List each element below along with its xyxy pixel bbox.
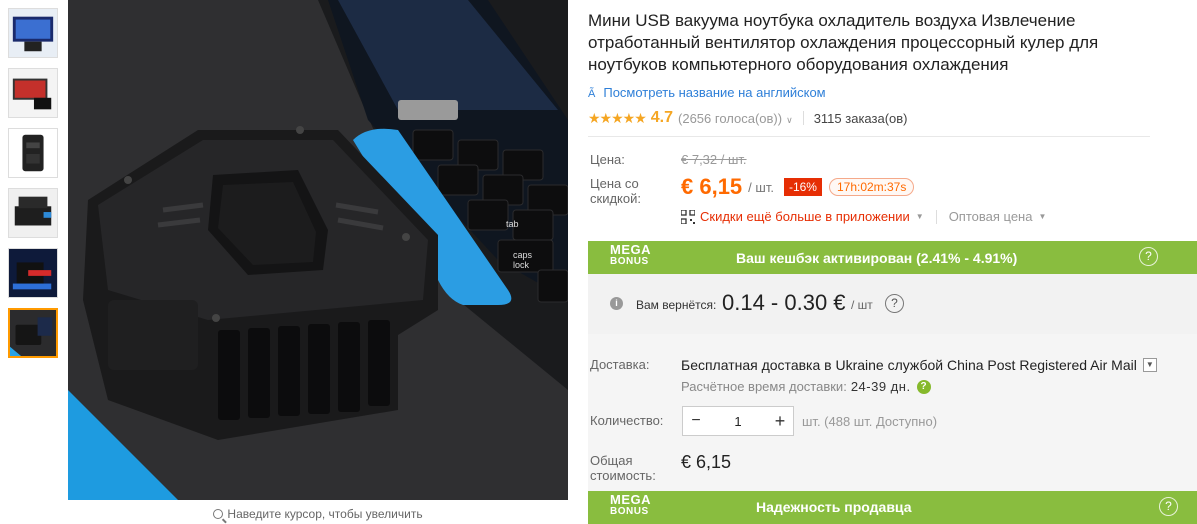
cashback-activated-text: Ваш кешбэк активирован (2.41% - 4.91%) <box>736 250 1018 266</box>
new-price: € 6,15 <box>681 174 743 199</box>
new-price-row: € 6,15 / шт. -16% 17h:02m:37s <box>681 174 915 200</box>
mega-bonus-bar: MEGA BONUS Ваш кешбэк активирован (2.41%… <box>588 241 1197 274</box>
mega-logo-line1: MEGA <box>610 492 651 507</box>
divider <box>802 111 804 125</box>
thumbnail-4[interactable] <box>8 188 58 238</box>
chevron-down-icon: ∨ <box>786 114 793 125</box>
help-icon[interactable]: ? <box>916 379 931 394</box>
mega-bonus-logo: MEGA BONUS <box>610 492 651 518</box>
divider <box>588 136 1150 137</box>
caret-down-icon[interactable]: ▼ <box>916 212 924 221</box>
translate-link-text: Посмотреть название на английском <box>603 85 826 100</box>
quantity-increase-button[interactable]: + <box>767 407 793 435</box>
price-unit: / шт. <box>748 179 774 195</box>
mega-logo-line2: BONUS <box>610 256 649 267</box>
zoom-hint: Наведите курсор, чтобы увеличить <box>68 507 568 521</box>
main-product-image[interactable]: tab caps lock <box>68 0 568 500</box>
cashback-unit: / шт <box>851 298 873 312</box>
thumbnail-6-selected[interactable] <box>8 308 58 358</box>
discount-badge: -16% <box>783 178 822 196</box>
mega-bonus-logo: MEGA BONUS <box>610 242 651 268</box>
thumbnail-2[interactable] <box>8 68 58 118</box>
shipping-label: Доставка: <box>590 357 650 372</box>
translate-link[interactable]: A͂ Посмотреть название на английском <box>588 85 826 100</box>
svg-text:lock: lock <box>513 260 530 270</box>
magnifier-icon <box>213 509 224 519</box>
thumbnail-1[interactable] <box>8 8 58 58</box>
shipping-method-text: Бесплатная доставка в Ukraine службой Ch… <box>681 357 1137 373</box>
quantity-label: Количество: <box>590 413 664 428</box>
delivery-time-label: Расчётное время доставки: <box>681 379 847 394</box>
mega-logo-line1: MEGA <box>610 242 651 257</box>
rating-row: ★★★★★ 4.7 (2656 голоса(ов)) ∨ 3115 заказа… <box>588 108 908 128</box>
old-price: € 7,32 / шт. <box>681 152 747 167</box>
divider <box>935 209 937 224</box>
rating-count-text: (2656 голоса(ов)) <box>678 110 783 126</box>
thumbnail-3[interactable] <box>8 128 58 178</box>
seller-reliability-bar[interactable]: MEGA BONUS Надежность продавца ? <box>588 491 1197 524</box>
zoom-hint-text: Наведите курсор, чтобы увеличить <box>227 507 423 521</box>
thumbnail-list <box>8 8 60 368</box>
info-icon: i <box>610 297 623 310</box>
caret-down-icon[interactable]: ▼ <box>1038 212 1046 221</box>
cashback-value: 0.14 - 0.30 € <box>722 290 846 315</box>
help-icon[interactable]: ? <box>885 294 904 313</box>
rating-value: 4.7 <box>650 109 674 126</box>
orders-count: 3115 заказа(ов) <box>813 110 908 126</box>
total-label: Общая стоимость: <box>590 453 656 483</box>
help-icon[interactable]: ? <box>1159 497 1178 516</box>
star-rating-icon: ★★★★★ <box>588 109 647 126</box>
product-title: Мини USB вакуума ноутбука охладитель воз… <box>588 11 1099 74</box>
delivery-time-value: 24-39 дн. <box>850 379 911 394</box>
discount-price-label: Цена со скидкой: <box>590 176 641 206</box>
cashback-box: i Вам вернётся: 0.14 - 0.30 € / шт ? <box>588 274 1197 334</box>
delivery-time: Расчётное время доставки: 24-39 дн. ? <box>681 379 931 394</box>
quantity-input[interactable] <box>709 413 767 429</box>
cashback-label: Вам вернётся: <box>636 298 717 312</box>
chevron-down-icon[interactable]: ▼ <box>1142 358 1157 372</box>
total-price: € 6,15 <box>681 452 732 472</box>
svg-text:tab: tab <box>506 219 519 229</box>
seller-reliability-text: Надежность продавца <box>756 499 912 515</box>
wholesale-price-link[interactable]: Оптовая цена <box>949 209 1033 224</box>
svg-text:caps: caps <box>513 250 533 260</box>
price-label: Цена: <box>590 152 625 167</box>
countdown-timer: 17h:02m:37s <box>828 178 915 196</box>
app-discount-row: Скидки ещё больше в приложении ▼ Оптовая… <box>681 209 1046 224</box>
quantity-decrease-button[interactable]: − <box>683 407 709 435</box>
quantity-stepper: − + <box>682 406 794 436</box>
help-icon[interactable]: ? <box>1139 247 1158 266</box>
app-discount-link[interactable]: Скидки ещё больше в приложении <box>700 209 910 224</box>
rating-count[interactable]: (2656 голоса(ов)) ∨ <box>678 111 793 126</box>
shipping-method[interactable]: Бесплатная доставка в Ukraine службой Ch… <box>681 357 1157 373</box>
available-quantity: шт. (488 шт. Доступно) <box>802 414 938 429</box>
qr-code-icon <box>681 209 695 224</box>
translate-icon: A͂ <box>588 88 596 100</box>
thumbnail-5[interactable] <box>8 248 58 298</box>
mega-logo-line2: BONUS <box>610 506 649 517</box>
